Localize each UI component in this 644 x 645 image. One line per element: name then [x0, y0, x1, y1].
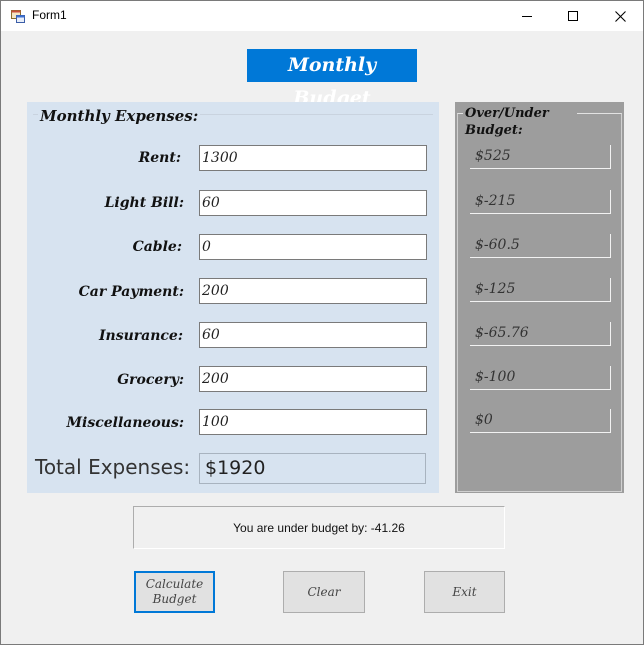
over-under-light-bill: $-215 [470, 190, 611, 214]
car-payment-input[interactable]: 200 [199, 278, 427, 304]
maximize-button[interactable] [550, 1, 596, 31]
minimize-button[interactable] [504, 1, 550, 31]
car-payment-label: Car Payment: [78, 284, 184, 300]
over-under-car-payment: $-125 [470, 278, 611, 302]
monthly-expenses-title: Monthly Expenses: [38, 107, 201, 125]
close-button[interactable] [597, 1, 643, 31]
miscellaneous-input[interactable]: 100 [199, 409, 427, 435]
total-expenses-value: $1920 [199, 453, 426, 484]
app-window: Form1 Monthly Budget Monthly Expenses: R… [0, 0, 644, 645]
over-under-cable: $-60.5 [470, 234, 611, 258]
title-bar[interactable]: Form1 [1, 1, 643, 31]
exit-button[interactable]: Exit [424, 571, 505, 613]
grocery-label: Grocery: [117, 372, 184, 388]
insurance-input[interactable]: 60 [199, 322, 427, 348]
miscellaneous-label: Miscellaneous: [66, 415, 185, 431]
rent-input[interactable]: 1300 [199, 145, 427, 171]
clear-button[interactable]: Clear [283, 571, 365, 613]
light-bill-input[interactable]: 60 [199, 190, 427, 216]
budget-status-box: You are under budget by: -41.26 [133, 506, 505, 549]
group-border [457, 113, 622, 492]
over-under-grocery: $-100 [470, 366, 611, 390]
total-expenses-label: Total Expenses: [35, 455, 191, 479]
rent-label: Rent: [138, 150, 181, 166]
over-under-miscellaneous: $0 [470, 409, 611, 433]
grocery-input[interactable]: 200 [199, 366, 427, 392]
minimize-icon [522, 16, 532, 17]
window-title: Form1 [32, 8, 67, 22]
app-icon [11, 9, 25, 23]
calculate-budget-button[interactable]: Calculate Budget [134, 571, 215, 613]
cable-label: Cable: [132, 239, 182, 255]
over-under-panel: Over/Under Budget: $525 $-215 $-60.5 $-1… [455, 102, 624, 493]
over-under-insurance: $-65.76 [470, 322, 611, 346]
insurance-label: Insurance: [98, 328, 183, 344]
light-bill-label: Light Bill: [104, 195, 184, 211]
page-title: Monthly Budget [247, 49, 417, 109]
close-icon [614, 10, 626, 22]
maximize-icon [568, 11, 578, 21]
over-under-title: Over/Under Budget: [463, 105, 577, 139]
cable-input[interactable]: 0 [199, 234, 427, 260]
over-under-rent: $525 [470, 145, 611, 169]
